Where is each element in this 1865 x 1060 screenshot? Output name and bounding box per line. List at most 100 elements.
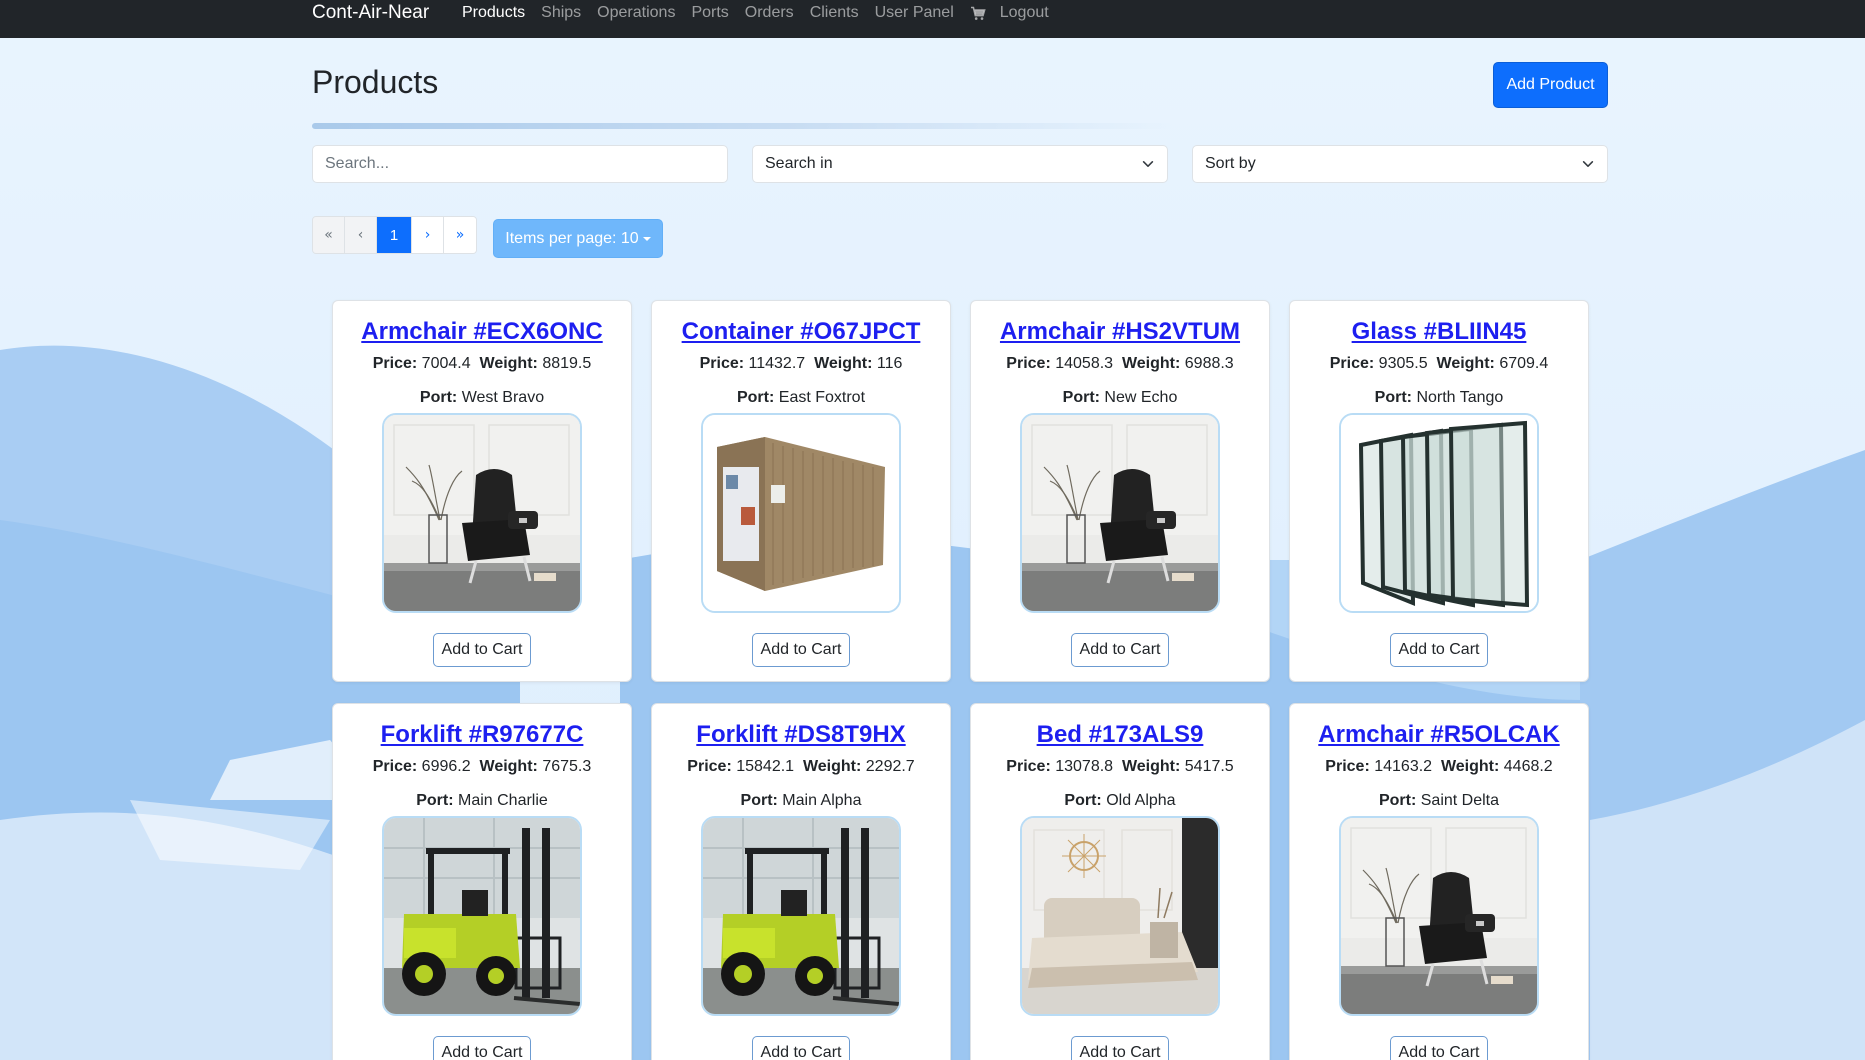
port-value: Saint Delta (1420, 792, 1500, 809)
cart-icon[interactable] (970, 6, 986, 21)
price-value: 15842.1 (736, 758, 795, 775)
top-navbar: Cont-Air-Near Products Ships Operations … (0, 0, 1865, 38)
nav-products[interactable]: Products (462, 0, 525, 26)
next-page-button[interactable]: › (412, 217, 444, 253)
product-specs: Price: 13078.8 Weight: 5417.5 (971, 756, 1269, 778)
product-card: Bed #173ALS9 Price: 13078.8 Weight: 5417.… (970, 703, 1270, 1060)
port-label: Port: (419, 389, 458, 406)
price-value: 14058.3 (1055, 355, 1114, 372)
nav-ships[interactable]: Ships (541, 0, 581, 26)
weight-value: 6709.4 (1499, 355, 1549, 372)
product-image (382, 413, 582, 613)
price-label: Price: (372, 355, 418, 372)
search-in-label: Search in (765, 155, 833, 172)
weight-value: 116 (876, 355, 903, 372)
weight-value: 7675.3 (542, 758, 592, 775)
search-in-select[interactable]: Search in (752, 145, 1168, 183)
weight-label: Weight: (479, 758, 538, 775)
first-page-button[interactable]: « (313, 217, 345, 253)
product-image (701, 413, 901, 613)
price-label: Price: (1006, 758, 1051, 775)
nav-orders[interactable]: Orders (745, 0, 794, 26)
nav-logout[interactable]: Logout (1000, 0, 1049, 26)
nav-user-panel[interactable]: User Panel (875, 0, 954, 26)
page-1-button[interactable]: 1 (377, 217, 412, 253)
product-title-link[interactable]: Container #O67JPCT (652, 317, 950, 347)
chevron-down-icon (1142, 161, 1154, 167)
title-divider (312, 123, 1172, 129)
weight-label: Weight: (814, 355, 873, 372)
product-title-link[interactable]: Armchair #ECX6ONC (333, 317, 631, 347)
product-specs: Price: 14058.3 Weight: 6988.3 (971, 353, 1269, 375)
product-port: Port: Main Charlie (333, 790, 631, 812)
product-card: Container #O67JPCT Price: 11432.7 Weight:… (651, 300, 951, 682)
weight-value: 2292.7 (865, 758, 915, 775)
price-label: Price: (1325, 758, 1370, 775)
product-specs: Price: 11432.7 Weight: 116 (652, 353, 950, 375)
price-value: 7004.4 (421, 355, 471, 372)
nav-operations[interactable]: Operations (597, 0, 675, 26)
add-to-cart-button[interactable]: Add to Cart (1389, 1036, 1489, 1060)
port-value: New Echo (1104, 389, 1178, 406)
weight-value: 5417.5 (1184, 758, 1234, 775)
chevron-down-icon (1582, 161, 1594, 167)
product-card: Armchair #ECX6ONC Price: 7004.4 Weight: 8… (332, 300, 632, 682)
page-title: Products (312, 64, 439, 100)
port-value: Main Alpha (782, 792, 862, 809)
search-input[interactable] (312, 145, 728, 183)
product-title-link[interactable]: Forklift #R97677C (333, 720, 631, 750)
product-port: Port: Main Alpha (652, 790, 950, 812)
brand-logo[interactable]: Cont-Air-Near (312, 0, 429, 26)
sort-by-select[interactable]: Sort by (1192, 145, 1608, 183)
sort-by-label: Sort by (1205, 155, 1256, 172)
port-value: East Foxtrot (778, 389, 866, 406)
add-product-button[interactable]: Add Product (1493, 62, 1608, 108)
product-card: Armchair #R5OLCAK Price: 14163.2 Weight: … (1289, 703, 1589, 1060)
product-card: Armchair #HS2VTUM Price: 14058.3 Weight: … (970, 300, 1270, 682)
weight-label: Weight: (1121, 355, 1181, 372)
add-to-cart-button[interactable]: Add to Cart (432, 633, 532, 667)
price-value: 14163.2 (1374, 758, 1433, 775)
last-page-button[interactable]: » (444, 217, 476, 253)
product-title-link[interactable]: Glass #BLIIN45 (1290, 317, 1588, 347)
price-label: Price: (1006, 355, 1051, 372)
price-value: 13078.8 (1055, 758, 1114, 775)
items-per-page-label: Items per page: 10 (505, 229, 639, 247)
items-per-page-dropdown[interactable]: Items per page: 10 (493, 219, 663, 258)
weight-value: 4468.2 (1503, 758, 1553, 775)
nav-ports[interactable]: Ports (691, 0, 728, 26)
nav-links: Products Ships Operations Ports Orders C… (462, 0, 1065, 26)
product-specs: Price: 15842.1 Weight: 2292.7 (652, 756, 950, 778)
weight-value: 6988.3 (1184, 355, 1234, 372)
product-title-link[interactable]: Bed #173ALS9 (971, 720, 1269, 750)
product-image (1339, 816, 1539, 1016)
product-specs: Price: 6996.2 Weight: 7675.3 (333, 756, 631, 778)
port-label: Port: (416, 792, 454, 809)
nav-clients[interactable]: Clients (810, 0, 859, 26)
product-specs: Price: 9305.5 Weight: 6709.4 (1290, 353, 1588, 375)
add-to-cart-button[interactable]: Add to Cart (432, 1036, 532, 1060)
add-to-cart-button[interactable]: Add to Cart (751, 633, 851, 667)
price-label: Price: (1329, 355, 1375, 372)
price-value: 11432.7 (748, 355, 806, 372)
weight-label: Weight: (1436, 355, 1495, 372)
product-title-link[interactable]: Armchair #R5OLCAK (1290, 720, 1588, 750)
add-to-cart-button[interactable]: Add to Cart (751, 1036, 851, 1060)
add-to-cart-button[interactable]: Add to Cart (1389, 633, 1489, 667)
product-image (1339, 413, 1539, 613)
product-port: Port: Old Alpha (971, 790, 1269, 812)
port-value: West Bravo (461, 389, 545, 406)
port-label: Port: (1064, 792, 1102, 809)
product-title-link[interactable]: Armchair #HS2VTUM (971, 317, 1269, 347)
product-card: Forklift #DS8T9HX Price: 15842.1 Weight: … (651, 703, 951, 1060)
add-to-cart-button[interactable]: Add to Cart (1070, 633, 1170, 667)
price-value: 6996.2 (421, 758, 471, 775)
weight-value: 8819.5 (542, 355, 592, 372)
prev-page-button[interactable]: ‹ (345, 217, 377, 253)
add-to-cart-button[interactable]: Add to Cart (1070, 1036, 1170, 1060)
port-label: Port: (740, 792, 778, 809)
product-port: Port: East Foxtrot (652, 387, 950, 409)
price-label: Price: (699, 355, 745, 372)
product-port: Port: West Bravo (333, 387, 631, 409)
product-title-link[interactable]: Forklift #DS8T9HX (652, 720, 950, 750)
